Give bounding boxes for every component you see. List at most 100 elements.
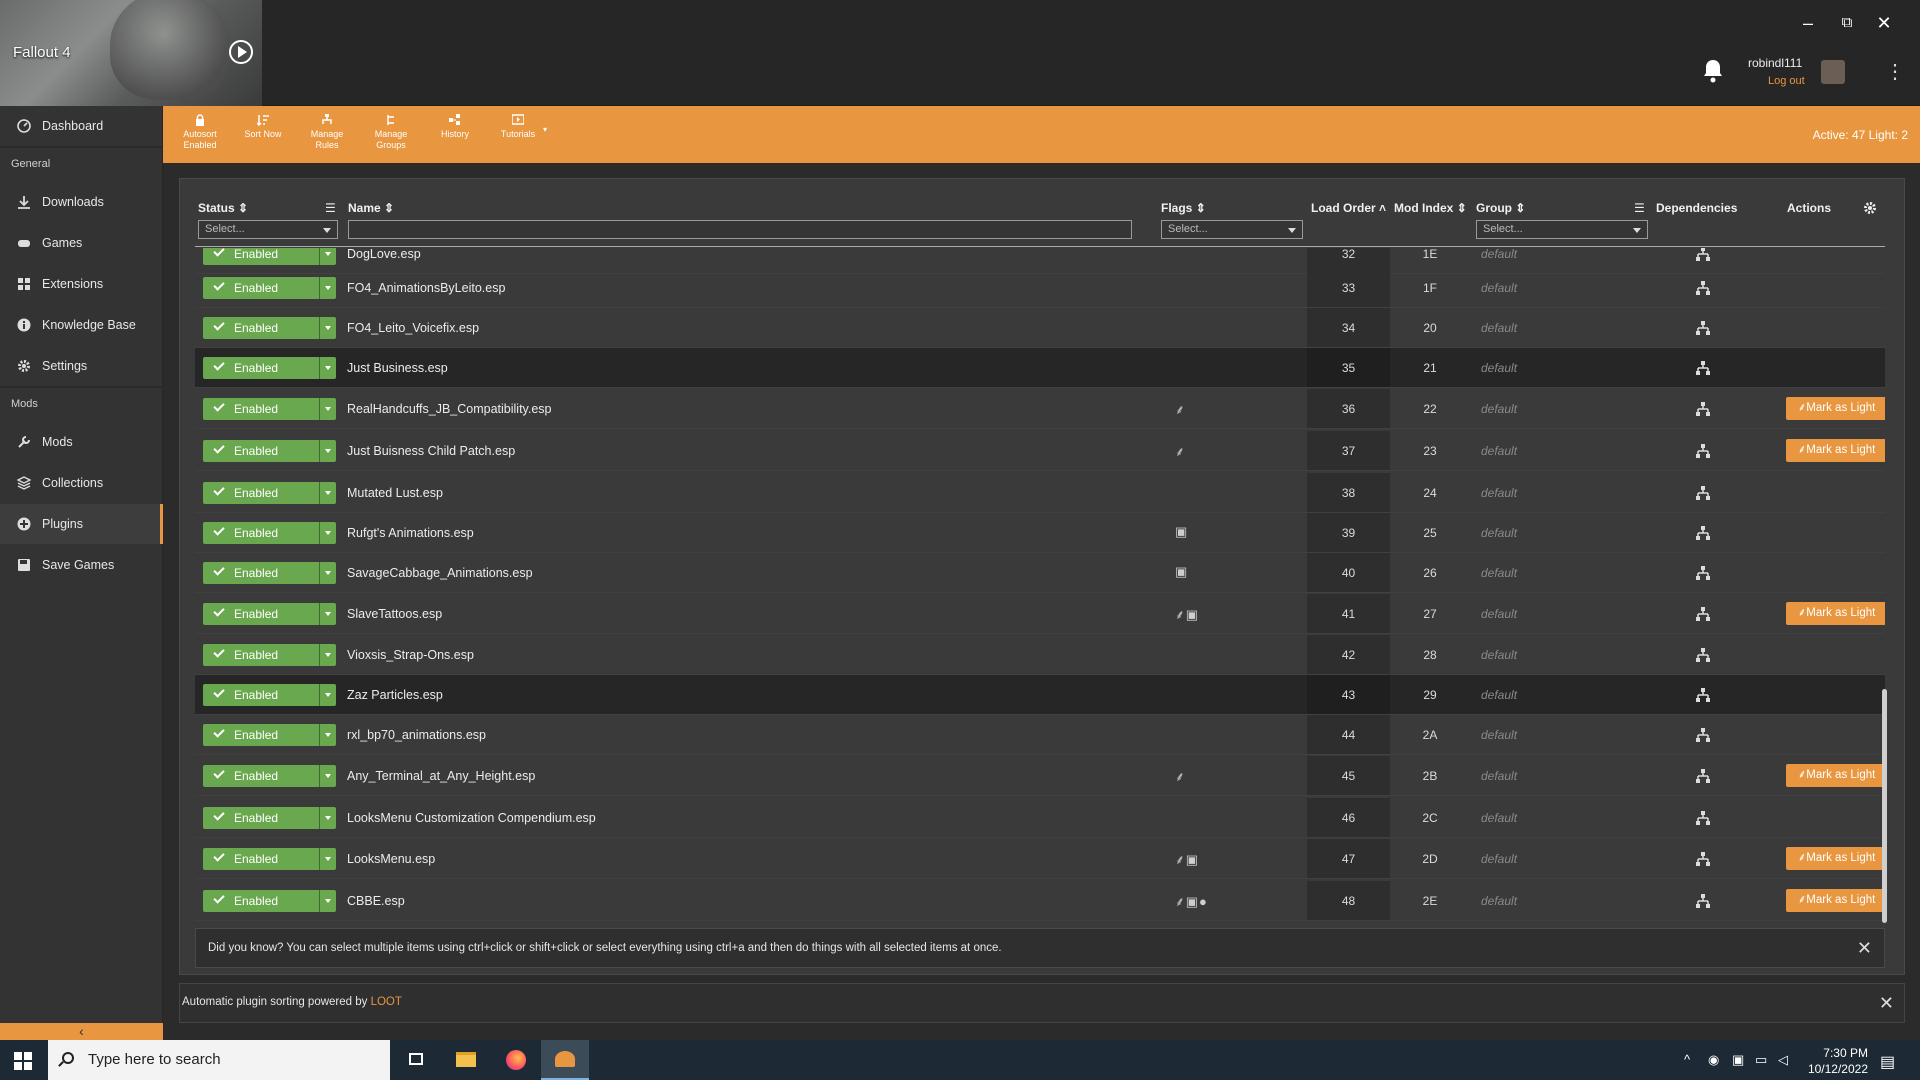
- status-dropdown[interactable]: Enabled: [203, 317, 336, 339]
- minimize-button[interactable]: –: [1795, 12, 1821, 34]
- chevron-up-icon[interactable]: ^: [1684, 1052, 1690, 1067]
- sidebar-item-mods[interactable]: Mods: [0, 422, 163, 462]
- mark-as-light-button[interactable]: ⸙Mark as Light: [1786, 764, 1885, 787]
- chevron-down-icon[interactable]: [319, 807, 336, 829]
- chevron-down-icon[interactable]: [319, 644, 336, 666]
- chevron-down-icon[interactable]: [319, 765, 336, 787]
- table-row[interactable]: Enabled Mutated Lust.esp 38 24 default: [195, 473, 1885, 513]
- scrollbar-thumb[interactable]: [1882, 689, 1887, 923]
- status-dropdown[interactable]: Enabled: [203, 562, 336, 584]
- game-banner[interactable]: Fallout 4: [0, 0, 262, 106]
- autosort-button[interactable]: Autosort Enabled: [169, 114, 231, 151]
- sidebar-item-games[interactable]: Games: [0, 223, 163, 263]
- task-view-icon[interactable]: [392, 1040, 440, 1080]
- vortex-taskbar-icon[interactable]: [541, 1040, 589, 1080]
- status-dropdown[interactable]: Enabled: [203, 357, 336, 379]
- loot-link[interactable]: LOOT: [371, 996, 402, 1008]
- dependencies-icon[interactable]: [1696, 526, 1710, 540]
- manage-rules-button[interactable]: Manage Rules: [296, 114, 358, 151]
- column-header-mod-index[interactable]: Mod Index ⇕: [1394, 201, 1467, 215]
- column-header-group[interactable]: Group ⇕: [1476, 201, 1525, 215]
- sidebar-item-dashboard[interactable]: Dashboard: [0, 106, 163, 146]
- table-row[interactable]: Enabled FO4_AnimationsByLeito.esp 33 1F defa…: [195, 268, 1885, 308]
- dependencies-icon[interactable]: [1696, 248, 1710, 261]
- table-row[interactable]: Enabled RealHandcuffs_JB_Compatibility.es…: [195, 389, 1885, 429]
- dependencies-icon[interactable]: [1696, 688, 1710, 702]
- dependencies-icon[interactable]: [1696, 894, 1710, 908]
- collapse-sidebar-button[interactable]: ‹: [0, 1023, 163, 1040]
- table-row[interactable]: Enabled Rufgt's Animations.esp ▣ 39 25 defaul…: [195, 513, 1885, 553]
- chevron-down-icon[interactable]: [319, 603, 336, 625]
- chevron-down-icon[interactable]: [319, 848, 336, 870]
- chevron-down-icon[interactable]: [319, 724, 336, 746]
- status-dropdown[interactable]: Enabled: [203, 807, 336, 829]
- status-dropdown[interactable]: Enabled: [203, 522, 336, 544]
- chevron-down-icon[interactable]: [319, 482, 336, 504]
- column-header-name[interactable]: Name ⇕: [348, 201, 394, 215]
- close-button[interactable]: ✕: [1871, 12, 1897, 34]
- tutorials-button[interactable]: Tutorials ▾: [487, 114, 549, 140]
- table-row[interactable]: Enabled LooksMenu.esp ⸙▣ 47 2D default ⸙Mark a…: [195, 839, 1885, 879]
- group-filter-select[interactable]: Select...: [1476, 220, 1648, 239]
- dependencies-icon[interactable]: [1696, 728, 1710, 742]
- table-row[interactable]: Enabled Zaz Particles.esp 43 29 default: [195, 675, 1885, 715]
- dependencies-icon[interactable]: [1696, 444, 1710, 458]
- chevron-down-icon[interactable]: [319, 440, 336, 462]
- column-header-dependencies[interactable]: Dependencies: [1656, 201, 1737, 215]
- tray-icon[interactable]: ◉: [1708, 1052, 1719, 1068]
- status-dropdown[interactable]: Enabled: [203, 765, 336, 787]
- status-dropdown[interactable]: Enabled: [203, 724, 336, 746]
- list-icon[interactable]: ☰: [1634, 201, 1645, 215]
- status-dropdown[interactable]: Enabled: [203, 890, 336, 912]
- dependencies-icon[interactable]: [1696, 852, 1710, 866]
- flags-filter-select[interactable]: Select...: [1161, 220, 1303, 239]
- dependencies-icon[interactable]: [1696, 281, 1710, 295]
- status-dropdown[interactable]: Enabled: [203, 248, 336, 265]
- taskbar-search-input[interactable]: Type here to search: [48, 1040, 390, 1080]
- manage-groups-button[interactable]: Manage Groups: [360, 114, 422, 151]
- volume-icon[interactable]: ◁: [1778, 1052, 1788, 1068]
- table-row[interactable]: Enabled Just Buisness Child Patch.esp ⸙ 37 2…: [195, 431, 1885, 471]
- sidebar-item-plugins[interactable]: Plugins: [0, 504, 163, 544]
- dependencies-icon[interactable]: [1696, 769, 1710, 783]
- table-row[interactable]: Enabled Any_Terminal_at_Any_Height.esp ⸙ 45…: [195, 756, 1885, 796]
- sidebar-item-settings[interactable]: Settings: [0, 346, 163, 386]
- dependencies-icon[interactable]: [1696, 566, 1710, 580]
- avatar[interactable]: [1821, 60, 1845, 84]
- table-row[interactable]: Enabled CBBE.esp ⸙▣● 48 2E default ⸙Mark as Li…: [195, 881, 1885, 921]
- status-dropdown[interactable]: Enabled: [203, 603, 336, 625]
- notifications-icon[interactable]: ▤: [1880, 1052, 1895, 1072]
- chevron-down-icon[interactable]: [319, 562, 336, 584]
- chevron-down-icon[interactable]: [319, 317, 336, 339]
- tray-icon[interactable]: ▣: [1732, 1052, 1744, 1068]
- more-menu-icon[interactable]: ⋮: [1885, 60, 1905, 84]
- name-filter-input[interactable]: [348, 220, 1132, 239]
- dependencies-icon[interactable]: [1696, 811, 1710, 825]
- table-row[interactable]: Enabled FO4_Leito_Voicefix.esp 34 20 default: [195, 308, 1885, 348]
- chevron-down-icon[interactable]: [319, 522, 336, 544]
- table-row[interactable]: Enabled rxl_bp70_animations.esp 44 2A defaul…: [195, 715, 1885, 755]
- column-header-load-order[interactable]: Load Order ˄: [1311, 201, 1386, 215]
- dependencies-icon[interactable]: [1696, 402, 1710, 416]
- chevron-down-icon[interactable]: [319, 277, 336, 299]
- sort-now-button[interactable]: Sort Now: [232, 114, 294, 140]
- file-explorer-icon[interactable]: [442, 1040, 490, 1080]
- restore-button[interactable]: ⧉: [1834, 12, 1860, 34]
- chevron-down-icon[interactable]: [319, 890, 336, 912]
- status-dropdown[interactable]: Enabled: [203, 398, 336, 420]
- network-icon[interactable]: ▭: [1755, 1052, 1767, 1068]
- close-icon[interactable]: ✕: [1857, 938, 1872, 959]
- status-dropdown[interactable]: Enabled: [203, 482, 336, 504]
- bell-icon[interactable]: [1701, 58, 1725, 84]
- chevron-down-icon[interactable]: [319, 684, 336, 706]
- dependencies-icon[interactable]: [1696, 361, 1710, 375]
- mark-as-light-button[interactable]: ⸙Mark as Light: [1786, 439, 1885, 462]
- taskbar-clock[interactable]: 7:30 PM 10/12/2022: [1798, 1045, 1868, 1077]
- mark-as-light-button[interactable]: ⸙Mark as Light: [1786, 847, 1885, 870]
- chevron-down-icon[interactable]: [319, 398, 336, 420]
- column-header-flags[interactable]: Flags ⇕: [1161, 201, 1206, 215]
- status-filter-select[interactable]: Select...: [198, 220, 338, 239]
- sidebar-item-save-games[interactable]: Save Games: [0, 545, 163, 585]
- history-button[interactable]: History: [424, 114, 486, 140]
- mark-as-light-button[interactable]: ⸙Mark as Light: [1786, 397, 1885, 420]
